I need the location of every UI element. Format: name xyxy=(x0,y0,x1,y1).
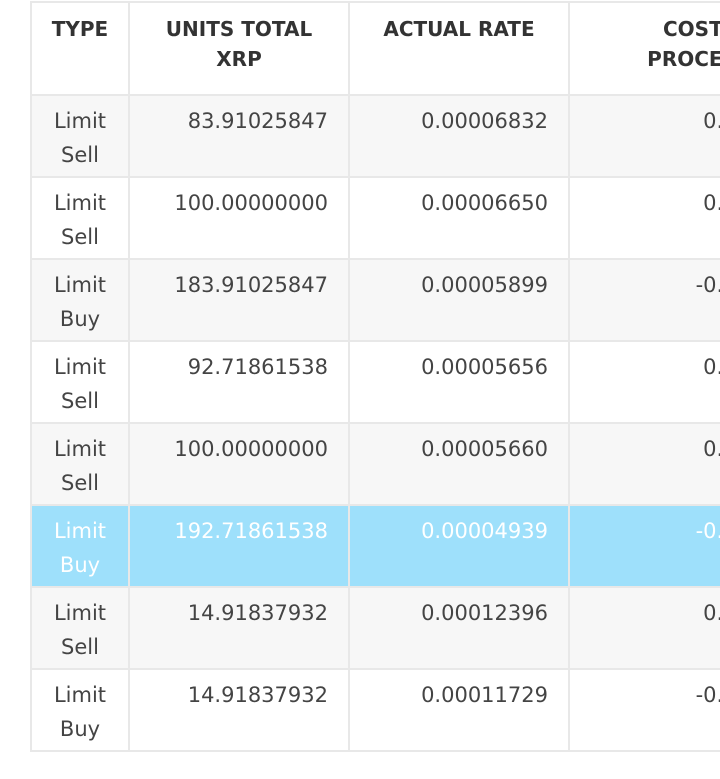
rate-cell: 0.00005899 xyxy=(348,258,570,342)
table-row[interactable]: LimitBuy192.718615380.00004939-0.00954 xyxy=(30,504,720,588)
order-type-cell: Limit Sell xyxy=(30,422,130,506)
table-row[interactable]: LimitSell92.718615380.000056560.00523 xyxy=(30,340,720,424)
order-history-table: TYPE UNITS TOTAL XRP ACTUAL RATE COST / … xyxy=(30,1,720,752)
column-header-cost-label: COST / PROCEED xyxy=(647,17,720,71)
table-row[interactable]: LimitSell100.000000000.000066500.00663 xyxy=(30,176,720,260)
cost-cell: 0.00184 xyxy=(568,586,720,670)
order-type-cell: Limit Buy xyxy=(30,258,130,342)
order-type-cell: Limit Buy xyxy=(30,668,130,752)
units-cell: 100.00000000 xyxy=(128,422,350,506)
rate-cell: 0.00012396 xyxy=(348,586,570,670)
order-type-cell: Limit Sell xyxy=(30,176,130,260)
cost-cell: 0.00663 xyxy=(568,176,720,260)
cost-cell: -0.00175 xyxy=(568,668,720,752)
units-cell: 100.00000000 xyxy=(128,176,350,260)
column-header-units[interactable]: UNITS TOTAL XRP xyxy=(128,1,350,96)
cost-cell: 0.00523 xyxy=(568,340,720,424)
table-row[interactable]: LimitSell83.910258470.000068320.00571 xyxy=(30,94,720,178)
order-type-cell: Limit Sell xyxy=(30,94,130,178)
order-type-cell: Limit Buy xyxy=(30,504,130,588)
cost-cell: -0.01087 xyxy=(568,258,720,342)
table-row[interactable]: LimitBuy14.918379320.00011729-0.00175 xyxy=(30,668,720,752)
table-header-row: TYPE UNITS TOTAL XRP ACTUAL RATE COST / … xyxy=(30,1,720,96)
rate-cell: 0.00004939 xyxy=(348,504,570,588)
column-header-type[interactable]: TYPE xyxy=(30,1,130,96)
units-cell: 14.91837932 xyxy=(128,586,350,670)
rate-cell: 0.00011729 xyxy=(348,668,570,752)
units-cell: 183.91025847 xyxy=(128,258,350,342)
cost-cell: -0.00954 xyxy=(568,504,720,588)
cost-cell: 0.00564 xyxy=(568,422,720,506)
table-row[interactable]: LimitSell14.918379320.000123960.00184 xyxy=(30,586,720,670)
column-header-cost[interactable]: COST / PROCEED xyxy=(568,1,720,96)
units-cell: 92.71861538 xyxy=(128,340,350,424)
column-header-rate[interactable]: ACTUAL RATE xyxy=(348,1,570,96)
rate-cell: 0.00005656 xyxy=(348,340,570,424)
units-cell: 83.91025847 xyxy=(128,94,350,178)
cost-cell: 0.00571 xyxy=(568,94,720,178)
units-cell: 192.71861538 xyxy=(128,504,350,588)
rate-cell: 0.00005660 xyxy=(348,422,570,506)
table-row[interactable]: LimitSell100.000000000.000056600.00564 xyxy=(30,422,720,506)
table-row[interactable]: LimitBuy183.910258470.00005899-0.01087 xyxy=(30,258,720,342)
order-history-table-container: TYPE UNITS TOTAL XRP ACTUAL RATE COST / … xyxy=(30,1,720,752)
order-type-cell: Limit Sell xyxy=(30,586,130,670)
rate-cell: 0.00006650 xyxy=(348,176,570,260)
order-type-cell: Limit Sell xyxy=(30,340,130,424)
rate-cell: 0.00006832 xyxy=(348,94,570,178)
units-cell: 14.91837932 xyxy=(128,668,350,752)
